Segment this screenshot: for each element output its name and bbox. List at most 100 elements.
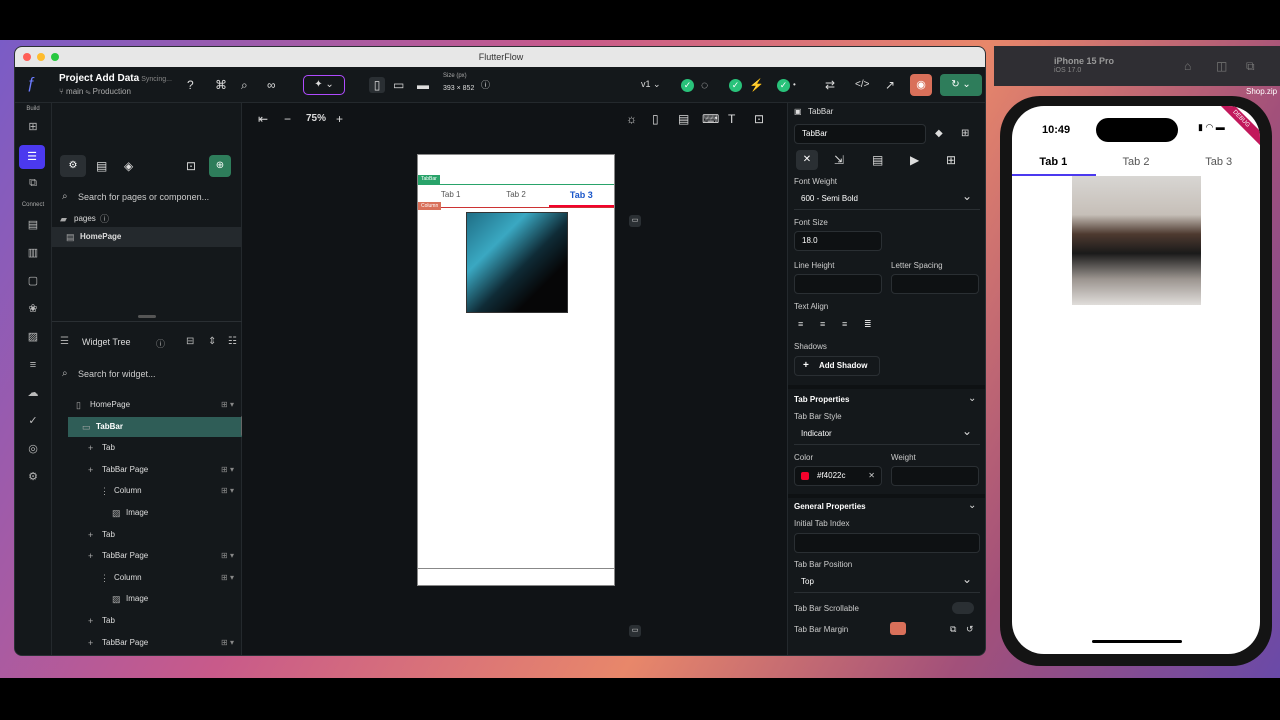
collapse-panel-icon[interactable]: ⇤	[258, 111, 268, 127]
screenshot-icon[interactable]: ◫	[1216, 58, 1227, 74]
page-search-input[interactable]: ⌕ Search for pages or componen...	[58, 187, 236, 207]
checkmark-status-icon[interactable]: ✓	[729, 79, 742, 92]
run-button[interactable]: ↻ ⌄	[940, 74, 982, 96]
widget-tree-node[interactable]: ▨ Image	[52, 589, 242, 609]
widget-search-input[interactable]: ⌕ Search for widget...	[58, 364, 236, 384]
minimize-window-button[interactable]	[37, 53, 45, 61]
animations-tab-icon[interactable]: ▶	[910, 152, 919, 168]
widget-tree-node[interactable]: + TabBar Page ⊞ ▾	[52, 633, 242, 653]
add-component-tab-icon[interactable]: ⊞	[946, 152, 956, 168]
canvas-phone-preview[interactable]: TabBar Tab 1 Tab 2 Tab 3 Column	[417, 154, 615, 586]
align-right-icon[interactable]: ≡	[842, 316, 847, 332]
export-icon[interactable]: ↗	[885, 77, 895, 93]
backend-query-tab-icon[interactable]: ▤	[872, 152, 883, 168]
clear-color-icon[interactable]: ✕	[868, 467, 875, 485]
tab-bar-position-dropdown[interactable]: Top	[794, 570, 980, 593]
align-justify-icon[interactable]: ≣	[864, 316, 872, 332]
command-palette-icon[interactable]: ⌘	[215, 77, 227, 93]
chat-icon[interactable]: ◌	[701, 77, 708, 93]
reset-icon[interactable]: ↺	[966, 621, 974, 637]
tab-properties-header[interactable]: Tab Properties	[794, 395, 849, 404]
tests-icon[interactable]: ✓	[25, 413, 41, 429]
iphone-screen[interactable]: 10:49 ▮ ◠ ▬ DEBUG Tab 1 Tab 2 Tab 3	[1012, 106, 1260, 654]
margin-mode-toggle[interactable]	[890, 622, 906, 635]
pages-tab-icon[interactable]: ⚙	[60, 155, 86, 177]
api-calls-icon[interactable]: ▢	[25, 273, 41, 289]
properties-tab-icon[interactable]: ✕	[796, 150, 818, 170]
canvas-tab-3[interactable]: Tab 3	[549, 185, 614, 207]
preview-eye-button[interactable]: ◉	[910, 74, 932, 96]
add-child-icon[interactable]: ⊞ ▾	[221, 546, 234, 566]
tab-bar-scrollable-toggle[interactable]	[952, 602, 974, 614]
size-info-icon[interactable]: ⓘ	[481, 77, 490, 93]
desktop-device-icon[interactable]: ▬	[417, 77, 429, 93]
canvas-tab-2[interactable]: Tab 2	[483, 185, 548, 207]
close-window-button[interactable]	[23, 53, 31, 61]
phone-frame-icon[interactable]: ▯	[652, 111, 659, 127]
design-canvas[interactable]: ⇤ − 75% + ☼ ▯ ▤ ⌨ T ⊡ TabBar Tab 1 Tab 2T…	[242, 103, 787, 655]
color-picker[interactable]: #f4022c ✕	[794, 466, 882, 486]
widget-tree-node[interactable]: ▨ Image	[52, 503, 242, 523]
components-icon[interactable]: ⧉	[25, 175, 41, 191]
page-item-homepage[interactable]: ▤ HomePage	[52, 227, 242, 247]
actions-tab-icon[interactable]: ⇲	[834, 152, 844, 168]
app-state-icon[interactable]: ▥	[25, 245, 41, 261]
layout-debug-icon[interactable]: ⊡	[754, 111, 764, 127]
letter-spacing-input[interactable]	[891, 274, 979, 294]
help-icon[interactable]: ?	[187, 77, 194, 93]
ai-gen-button[interactable]: ✦ ⌄	[303, 75, 345, 95]
add-page-button[interactable]: ⊕	[209, 155, 231, 177]
canvas-top-handle-icon[interactable]: ▭	[629, 215, 641, 227]
font-weight-dropdown[interactable]: 600 - Semi Bold	[794, 187, 980, 210]
environment-name[interactable]: Production	[93, 87, 131, 96]
media-assets-icon[interactable]: ▨	[25, 329, 41, 345]
widget-tree-node[interactable]: ▭TabBar▾	[68, 416, 254, 437]
widget-tree-node[interactable]: + Tab	[52, 438, 242, 458]
lock-icon[interactable]: ⊟	[186, 336, 194, 347]
simulator-image[interactable]	[1072, 176, 1201, 305]
link-icon[interactable]: ∞	[267, 77, 276, 93]
home-icon[interactable]: ⌂	[1184, 58, 1191, 74]
settings-icon[interactable]: ⚙	[25, 469, 41, 485]
data-schema-icon[interactable]: ▤	[25, 217, 41, 233]
add-child-icon[interactable]: ⊞ ▾	[221, 481, 234, 501]
expand-icon[interactable]: ⇕	[208, 336, 216, 347]
chevron-down-icon[interactable]: ⌄	[968, 498, 976, 514]
code-icon[interactable]: </>	[855, 77, 869, 93]
simulator-tab-1[interactable]: Tab 1	[1012, 150, 1095, 174]
initial-tab-index-input[interactable]	[794, 533, 980, 553]
light-mode-icon[interactable]: ☼	[626, 111, 637, 127]
align-center-icon[interactable]: ≡	[820, 316, 825, 332]
canvas-bottom-handle-icon[interactable]: ▭	[629, 625, 641, 637]
add-child-icon[interactable]: ⊞ ▾	[221, 568, 234, 588]
panel-resize-handle[interactable]	[138, 315, 156, 318]
widget-tree-node[interactable]: ⋮ Column ⊞ ▾	[52, 568, 242, 588]
storyboard-tab-icon[interactable]: ▤	[96, 158, 107, 174]
agents-icon[interactable]: ◎	[25, 441, 41, 457]
add-child-icon[interactable]: ⊞ ▾	[221, 633, 234, 653]
zoom-level[interactable]: 75%	[306, 113, 326, 124]
zoom-out-icon[interactable]: −	[284, 111, 291, 127]
checkmark-status-icon[interactable]: ✓	[681, 79, 694, 92]
rotate-icon[interactable]: ⧉	[1246, 58, 1255, 74]
project-name[interactable]: Project Add Data	[59, 73, 139, 84]
align-left-icon[interactable]: ≡	[798, 316, 803, 332]
version-selector[interactable]: v1 ⌄	[641, 79, 661, 90]
library-tab-icon[interactable]: ◈	[124, 158, 133, 174]
pages-folder[interactable]: ▰ pages ⓘ	[52, 209, 242, 229]
branch-name[interactable]: main	[66, 87, 83, 96]
tablet-frame-icon[interactable]: ▤	[678, 111, 689, 127]
chevron-down-icon[interactable]: ⌄	[968, 391, 976, 407]
search-icon[interactable]: ⌕	[241, 77, 248, 93]
add-page-icon[interactable]: ⊞	[25, 119, 41, 135]
widget-tree-node[interactable]: + TabBar Page ⊞ ▾	[52, 460, 242, 480]
widget-tree-node[interactable]: ⋮ Column ⊞ ▾	[52, 481, 242, 501]
line-height-input[interactable]	[794, 274, 882, 294]
phone-device-icon[interactable]: ▯	[369, 77, 385, 93]
widget-name-field[interactable]: TabBar	[794, 124, 926, 144]
cloud-functions-icon[interactable]: ☁	[25, 385, 41, 401]
add-child-icon[interactable]: ⊞ ▾	[221, 460, 234, 480]
widget-tree-nav-icon[interactable]: ☰	[19, 145, 45, 169]
copy-icon[interactable]: ⧉	[950, 621, 956, 637]
theme-icon[interactable]: ❀	[25, 301, 41, 317]
